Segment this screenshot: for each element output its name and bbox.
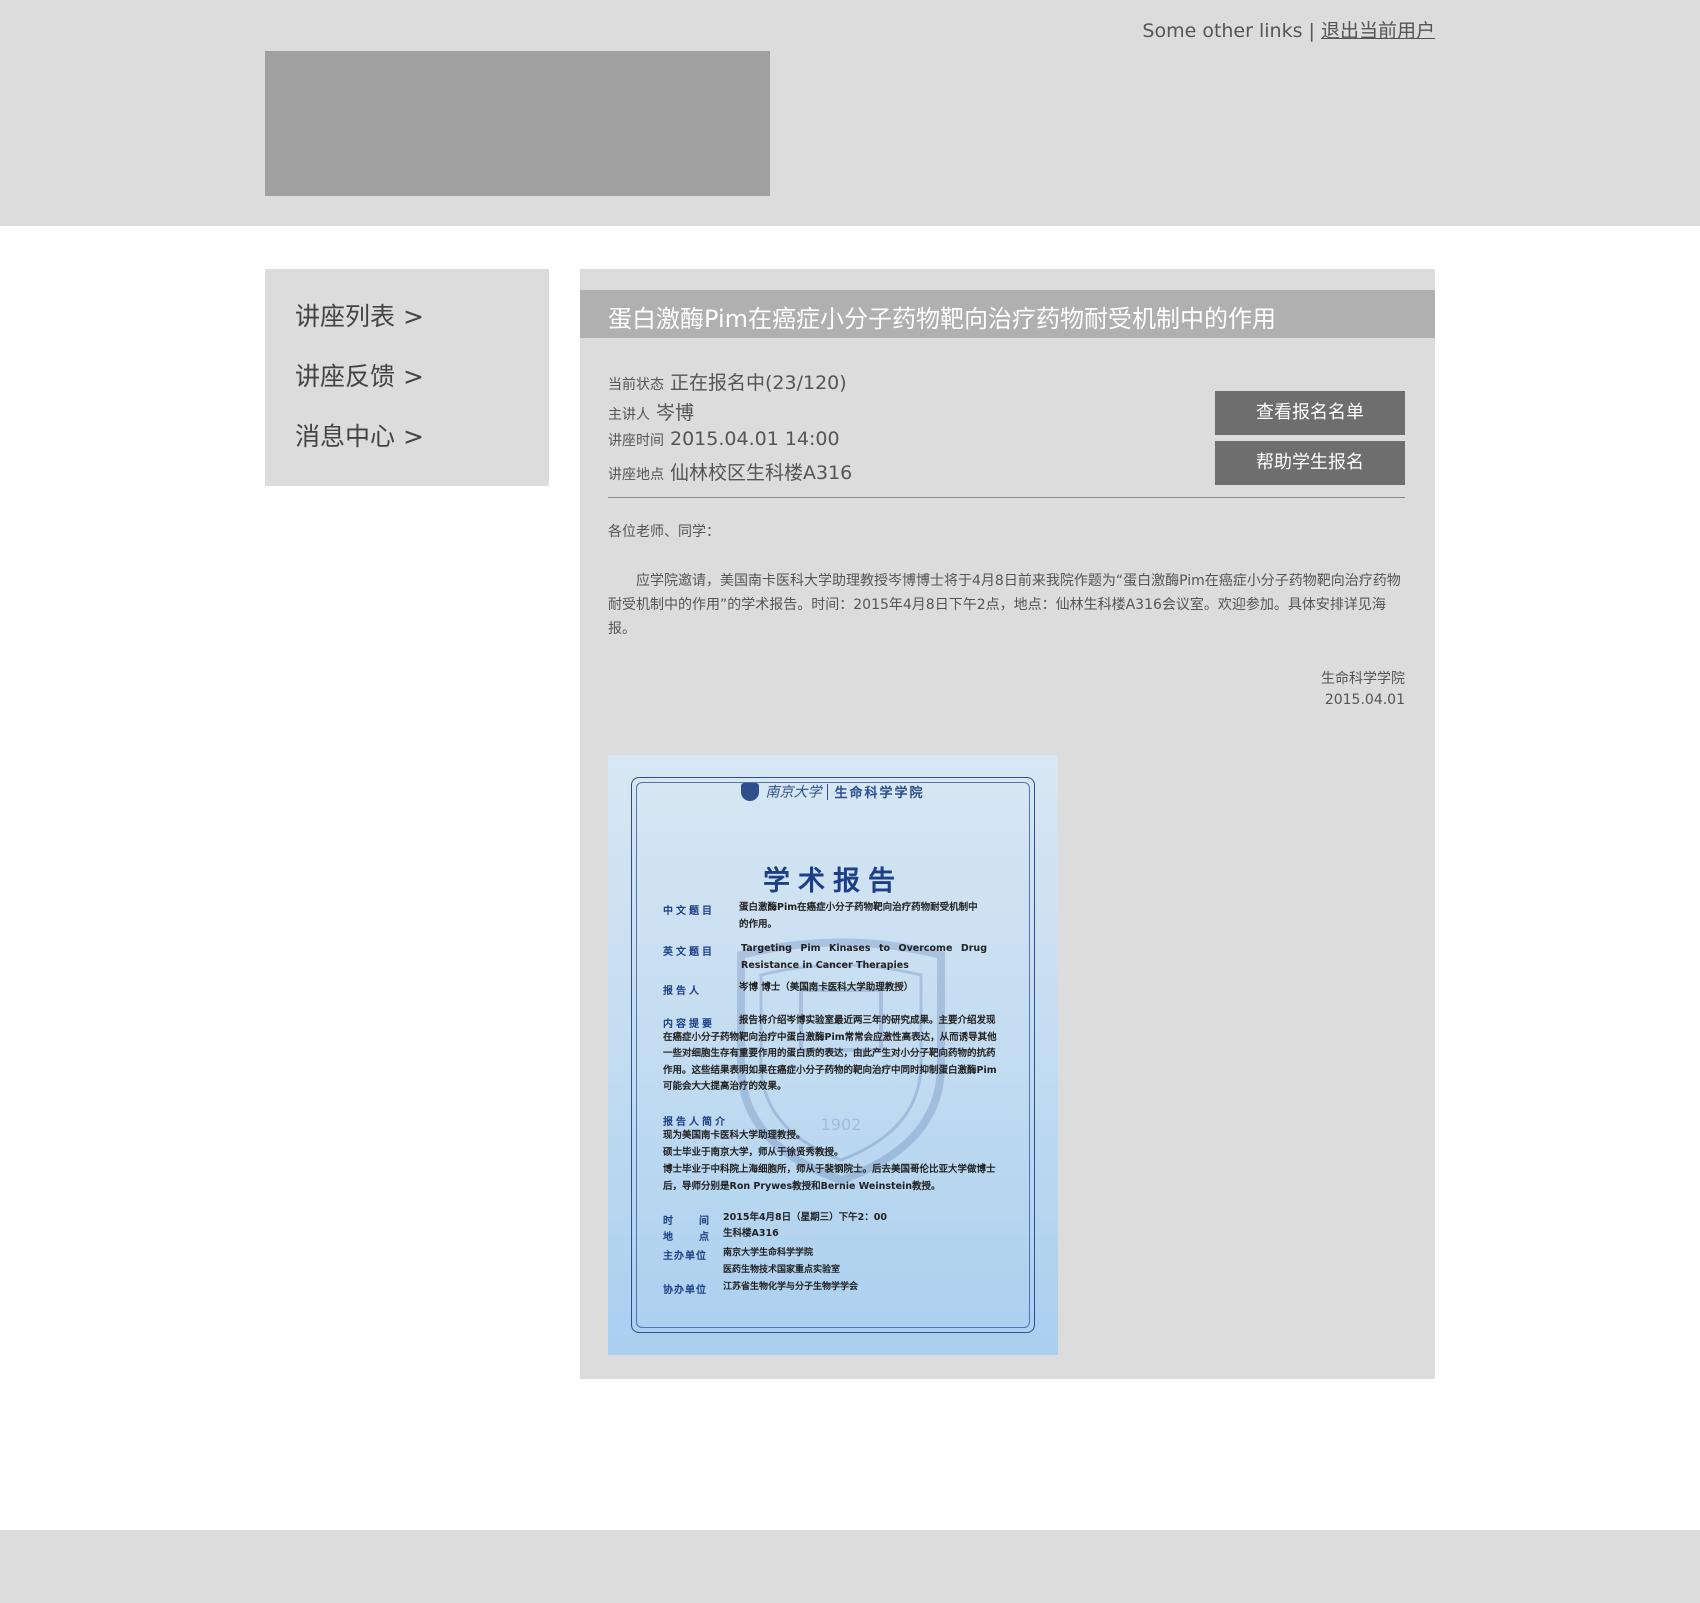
poster-bio-line: 现为美国南卡医科大学助理教授。 bbox=[663, 1130, 806, 1141]
sidebar: 讲座列表 > 讲座反馈 > 消息中心 > bbox=[265, 269, 549, 486]
logo-placeholder[interactable] bbox=[265, 51, 770, 196]
poster-bio-line: 硕士毕业于南京大学，师从于徐贤秀教授。 bbox=[663, 1147, 844, 1158]
status-value: 正在报名中(23/120) bbox=[670, 372, 847, 394]
links-separator: | bbox=[1308, 20, 1315, 42]
poster-university: 南京大学 bbox=[765, 784, 822, 801]
poster-en-title: Targeting Pim Kinases to Overcome Drug R… bbox=[741, 943, 987, 971]
poster-cn-title-label: 中文题目 bbox=[663, 906, 715, 917]
location-value: 仙林校区生科楼A316 bbox=[670, 462, 853, 484]
poster-school: 生命科学学院 bbox=[834, 786, 925, 801]
signature-date: 2015.04.01 bbox=[1324, 692, 1405, 708]
top-links: Some other links | 退出当前用户 bbox=[1142, 16, 1435, 43]
other-links[interactable]: Some other links bbox=[1142, 20, 1302, 42]
title-bar: 蛋白激酶Pim在癌症小分子药物靶向治疗药物耐受机制中的作用 bbox=[580, 290, 1435, 338]
poster-cohost: 江苏省生物化学与分子生物学学会 bbox=[723, 1282, 859, 1292]
view-signups-button[interactable]: 查看报名名单 bbox=[1215, 391, 1405, 435]
sidebar-item-lecture-feedback[interactable]: 讲座反馈 > bbox=[295, 357, 424, 393]
poster-speaker-label: 报告人 bbox=[663, 986, 702, 997]
university-seal-icon bbox=[741, 782, 760, 801]
poster-bio-label: 报告人简介 bbox=[663, 1117, 728, 1128]
poster-logo: 南京大学 生命科学学院 bbox=[608, 781, 1058, 802]
status-row: 当前状态 正在报名中(23/120) bbox=[608, 368, 847, 395]
poster-host-label: 主办单位 bbox=[663, 1251, 707, 1262]
poster-en-title-label: 英文题目 bbox=[663, 947, 715, 958]
signature-org: 生命科学学院 bbox=[1321, 671, 1405, 687]
footer bbox=[0, 1530, 1700, 1603]
poster-time: 2015年4月8日（星期三）下午2：00 bbox=[723, 1212, 887, 1223]
divider bbox=[608, 497, 1405, 498]
time-label: 讲座时间 bbox=[608, 433, 664, 449]
poster-cn-title: 蛋白激酶Pim在癌症小分子药物靶向治疗药物耐受机制中的作用。 bbox=[739, 902, 978, 930]
time-row: 讲座时间 2015.04.01 14:00 bbox=[608, 428, 840, 450]
announcement-body: 应学院邀请，美国南卡医科大学助理教授岑博博士将于4月8日前来我院作题为“蛋白激酶… bbox=[608, 573, 1401, 637]
speaker-value: 岑博 bbox=[656, 402, 695, 424]
header: Some other links | 退出当前用户 bbox=[0, 0, 1700, 226]
sidebar-item-message-center[interactable]: 消息中心 > bbox=[295, 417, 424, 453]
location-label: 讲座地点 bbox=[608, 467, 664, 483]
poster-cohost-label: 协办单位 bbox=[663, 1285, 707, 1296]
poster-host: 南京大学生命科学学院 bbox=[723, 1248, 814, 1258]
location-row: 讲座地点 仙林校区生科楼A316 bbox=[608, 458, 852, 485]
lecture-poster[interactable]: 南京大学 生命科学学院 学术报告 1902 中文题目 蛋白激酶Pim在癌症小分子药… bbox=[608, 755, 1058, 1355]
time-value: 2015.04.01 14:00 bbox=[670, 428, 840, 450]
poster-host: 医药生物技术国家重点实验室 bbox=[723, 1265, 841, 1275]
sidebar-item-lecture-list[interactable]: 讲座列表 > bbox=[295, 297, 424, 333]
logout-link[interactable]: 退出当前用户 bbox=[1321, 20, 1435, 42]
speaker-row: 主讲人 岑博 bbox=[608, 398, 694, 425]
poster-bio-line: 博士毕业于中科院上海细胞所，师从于裴钢院士。后去美国哥伦比亚大学做博士后，导师分… bbox=[663, 1164, 996, 1192]
poster-abstract: 报告将介绍岑博实验室最近两三年的研究成果。主要介绍发现在癌症小分子药物靶向治疗中… bbox=[663, 1015, 997, 1092]
lecture-detail-panel: 蛋白激酶Pim在癌症小分子药物靶向治疗药物耐受机制中的作用 当前状态 正在报名中(… bbox=[580, 269, 1435, 1379]
lecture-title: 蛋白激酶Pim在癌症小分子药物靶向治疗药物耐受机制中的作用 bbox=[608, 305, 1276, 333]
poster-speaker: 岑博 博士（美国南卡医科大学助理教授） bbox=[739, 982, 914, 993]
help-signup-button[interactable]: 帮助学生报名 bbox=[1215, 441, 1405, 485]
poster-location: 生科楼A316 bbox=[723, 1228, 779, 1239]
poster-heading: 学术报告 bbox=[763, 866, 903, 897]
speaker-label: 主讲人 bbox=[608, 407, 650, 423]
status-label: 当前状态 bbox=[608, 377, 664, 393]
greeting: 各位老师、同学： bbox=[608, 524, 720, 540]
